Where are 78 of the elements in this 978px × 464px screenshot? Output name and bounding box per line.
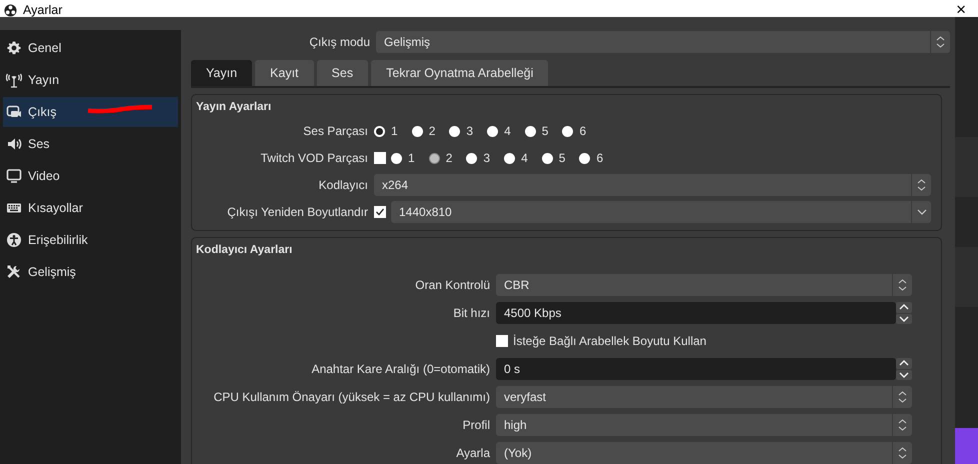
radio-label: 4	[504, 124, 511, 138]
sidebar-item[interactable]: Erişebilirlik	[3, 225, 178, 255]
radio-label: 4	[521, 151, 528, 165]
checkbox[interactable]	[496, 335, 508, 347]
radio-label: 6	[596, 151, 604, 165]
close-button[interactable]: ×	[956, 3, 966, 17]
dropdown[interactable]: veryfast	[496, 386, 912, 408]
chevron-down-icon	[899, 372, 909, 378]
number-field[interactable]: 0 s	[496, 358, 896, 380]
dropdown[interactable]: 1440x810	[391, 201, 931, 223]
chevron-down-icon	[899, 316, 909, 322]
tab[interactable]: Yayın	[191, 60, 252, 86]
radio-button[interactable]	[504, 152, 516, 164]
field-label: CPU Kullanım Önayarı (yüksek = az CPU kullanımı)	[212, 390, 491, 404]
field-label: Çıkışı Yeniden Boyutlandır	[226, 205, 369, 219]
radio-button[interactable]	[487, 126, 498, 136]
sidebar-item-icon	[6, 232, 22, 248]
sidebar-item-icon	[6, 136, 22, 152]
radio-button[interactable]	[562, 126, 574, 136]
field-label: Anahtar Kare Aralığı (0=otomatik)	[310, 362, 491, 376]
radio-label: 6	[579, 124, 586, 138]
dropdown[interactable]: x264	[374, 174, 931, 196]
radio-button[interactable]	[542, 152, 553, 164]
group-title: Yayın Ayarları	[196, 100, 272, 115]
field-label: Kodlayıcı	[318, 178, 369, 192]
sidebar-item[interactable]: Gelişmiş	[3, 257, 178, 287]
decrement-button[interactable]	[896, 314, 912, 324]
checkbox[interactable]	[374, 206, 386, 218]
radio-label: 2	[428, 124, 436, 138]
increment-button[interactable]	[896, 302, 912, 312]
tab[interactable]: Tekrar Oynatma Arabelleği	[371, 60, 548, 86]
chevron-up-icon	[899, 360, 909, 366]
radio-label: 1	[408, 151, 415, 165]
radio-button[interactable]	[449, 126, 460, 136]
sidebar-item[interactable]: Yayın	[3, 65, 178, 95]
sidebar-item-icon	[6, 40, 22, 56]
group-title: Kodlayıcı Ayarları	[196, 243, 294, 258]
increment-button[interactable]	[896, 358, 912, 368]
field-label: Ses Parçası	[302, 124, 369, 138]
field-label: Twitch VOD Parçası	[260, 151, 369, 165]
radio-button[interactable]	[412, 126, 423, 136]
radio-button[interactable]	[579, 152, 590, 164]
field-label: Bit hızı	[452, 306, 491, 320]
radio-button[interactable]	[524, 126, 536, 136]
field-label: Çıkış modu	[308, 35, 370, 49]
dropdown[interactable]: high	[496, 414, 912, 436]
dropdown[interactable]: CBR	[496, 274, 912, 296]
dropdown[interactable]: (Yok)	[496, 442, 912, 464]
sidebar-item-icon	[6, 168, 22, 184]
number-field[interactable]: 4500 Kbps	[496, 302, 896, 324]
sidebar-item[interactable]: Video	[3, 161, 178, 191]
sidebar-item[interactable]: Ses	[3, 129, 178, 159]
sidebar-item-icon	[6, 72, 22, 88]
sidebar-item[interactable]: Kısayollar	[3, 193, 178, 223]
scribble-mark	[87, 104, 153, 114]
field-label: Oran Kontrolü	[414, 278, 491, 292]
radio-label: 1	[391, 124, 398, 138]
sidebar-item[interactable]: Genel	[3, 33, 178, 63]
radio-label: 5	[558, 151, 566, 165]
sidebar-item-icon	[6, 264, 22, 280]
radio-label: 3	[483, 151, 490, 165]
checkbox-label: İsteğe Bağlı Arabellek Boyutu Kullan	[513, 334, 706, 348]
tab[interactable]: Ses	[316, 60, 368, 86]
radio-button[interactable]	[391, 152, 402, 164]
sidebar-item-icon	[6, 104, 22, 120]
decrement-button[interactable]	[896, 370, 912, 380]
radio-label: 3	[466, 124, 474, 138]
field-label: Profil	[462, 418, 491, 432]
sidebar-item[interactable]: Çıkış	[3, 97, 178, 127]
window-title: Ayarlar	[23, 3, 62, 17]
tab[interactable]: Kayıt	[255, 60, 314, 86]
checkbox[interactable]	[374, 152, 386, 164]
dropdown[interactable]: Gelişmiş	[376, 31, 950, 53]
radio-label: 5	[542, 124, 548, 138]
chevron-up-icon	[899, 304, 909, 310]
radio-button[interactable]	[466, 152, 478, 164]
radio-label: 2	[446, 151, 452, 165]
field-label: Ayarla	[455, 446, 491, 460]
